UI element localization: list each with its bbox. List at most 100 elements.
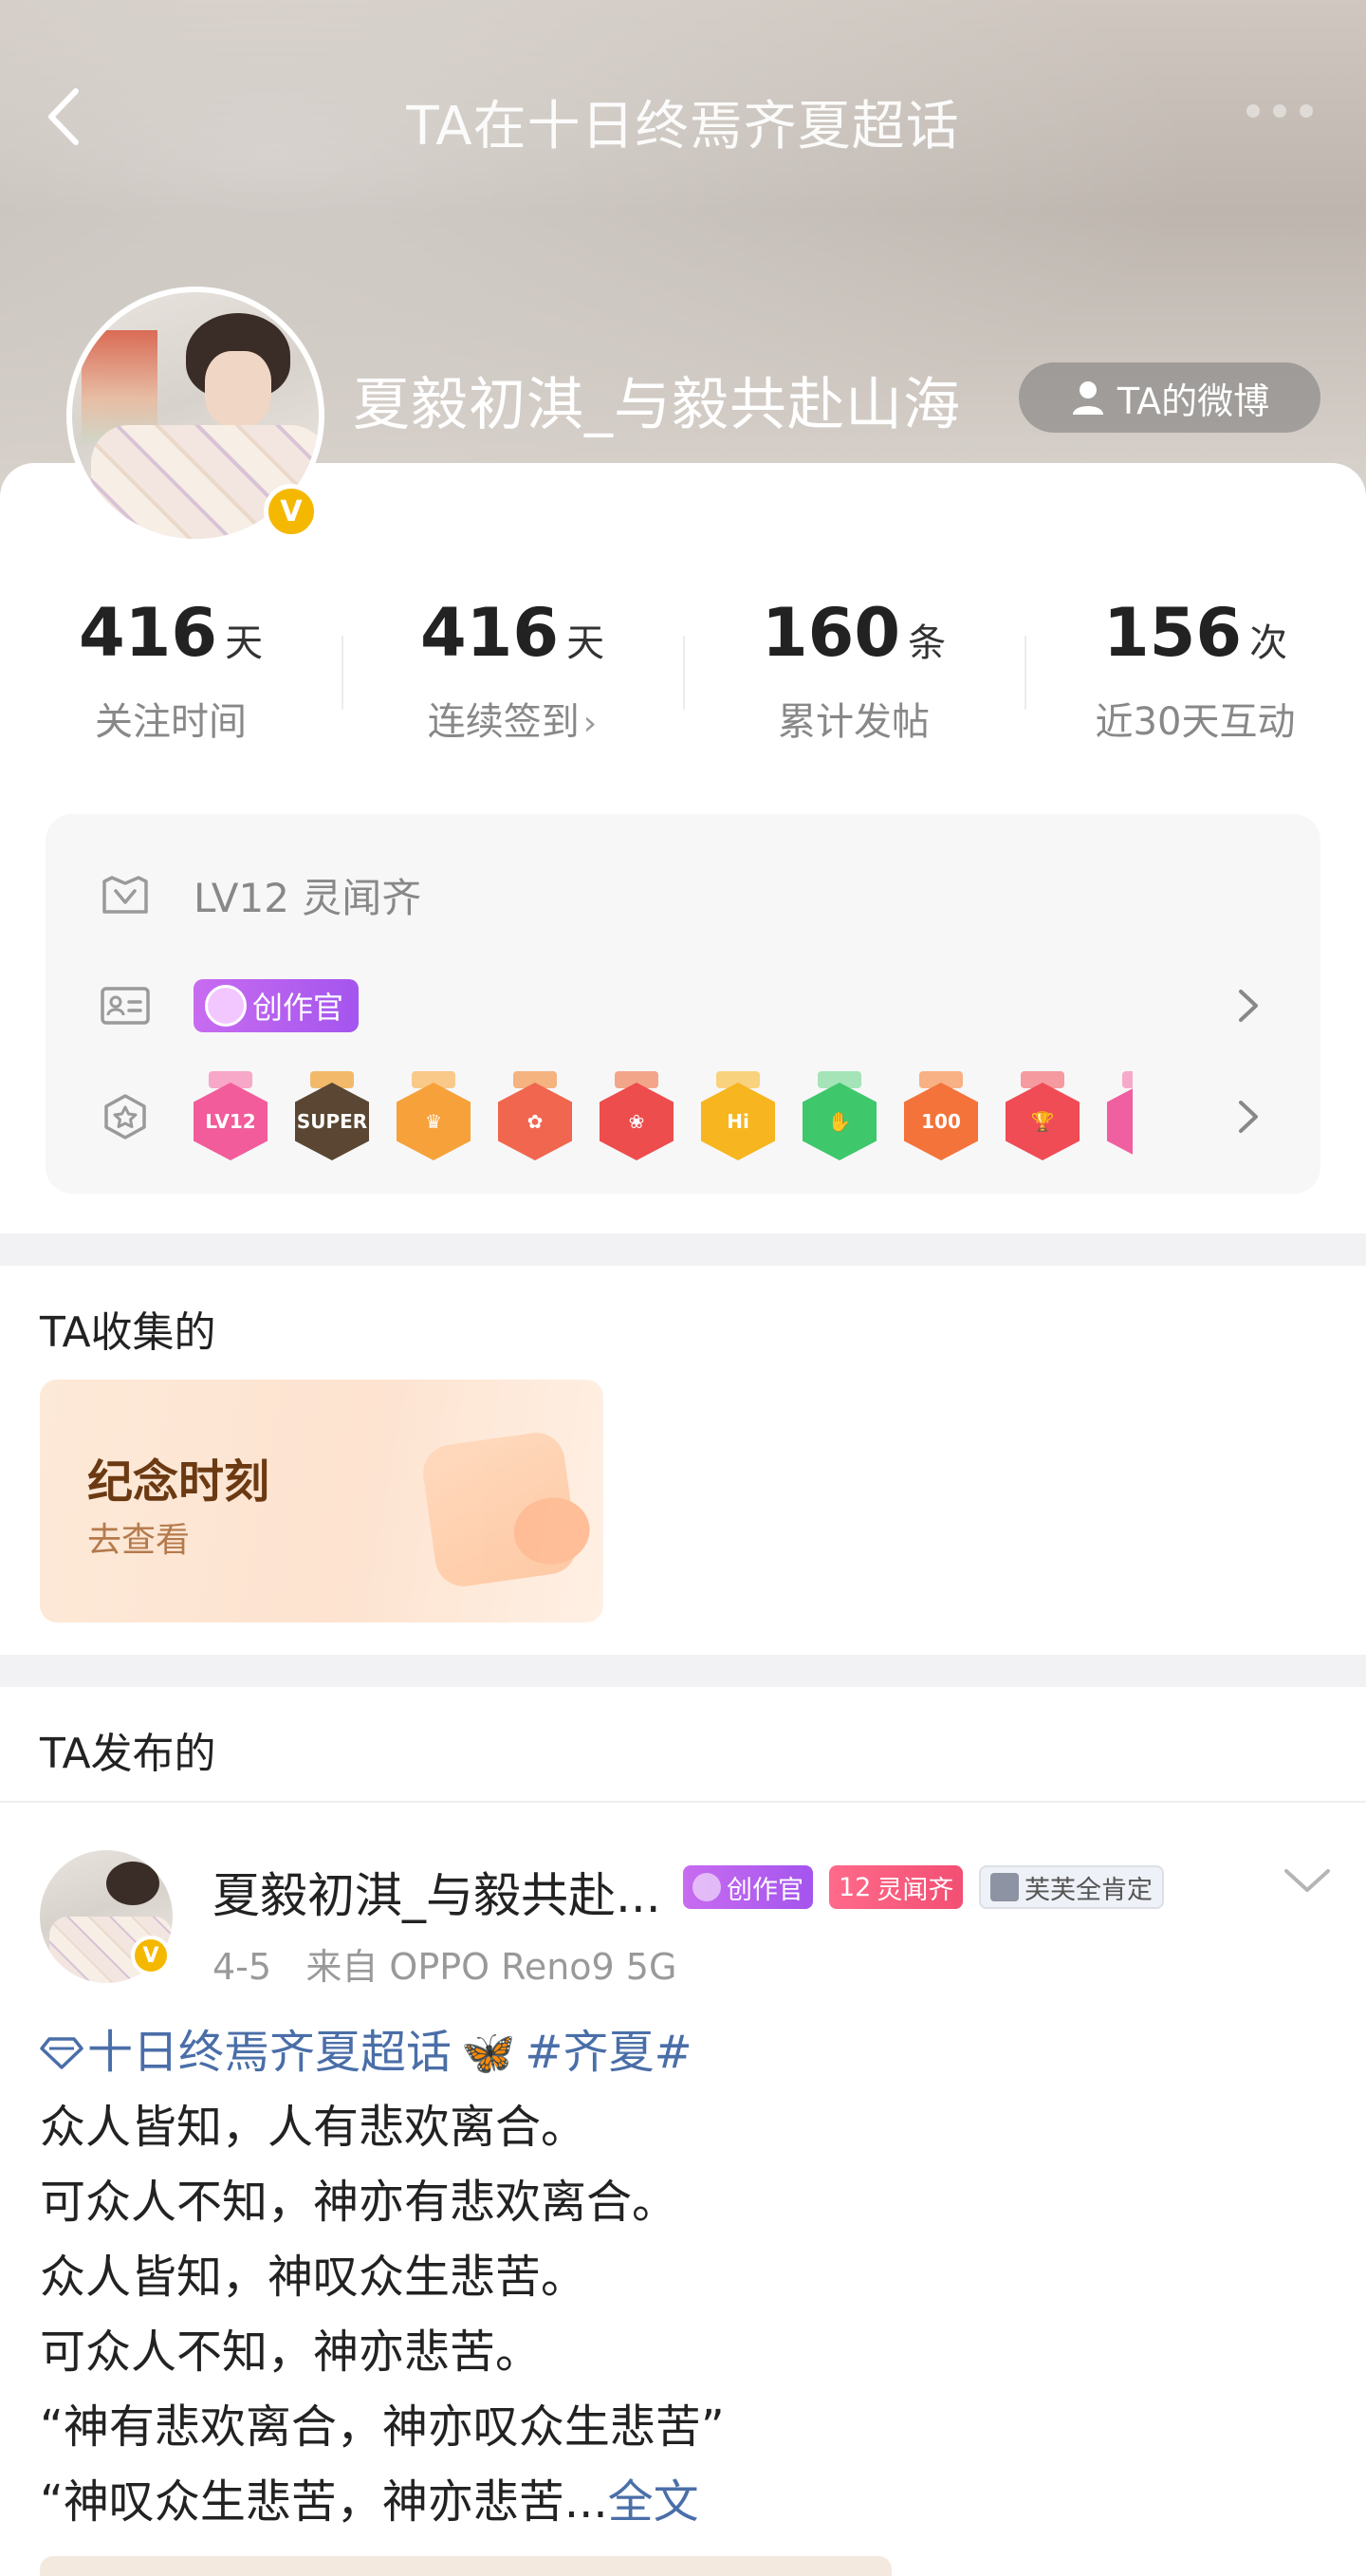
level-text: LV12 灵闻齐 — [194, 874, 422, 921]
medal-face: ✋ — [803, 1083, 877, 1160]
stat-total-posts: 160 条 累计发帖 — [683, 594, 1024, 744]
calendar-heart-icon — [419, 1429, 581, 1590]
stat-value: 416 — [419, 594, 560, 672]
mascot-icon — [692, 1873, 721, 1901]
level-badge-label: 灵闻齐 — [877, 1875, 954, 1905]
mascot-medal: ✿ — [498, 1071, 572, 1162]
trophy-medal: 🏆 — [1006, 1071, 1080, 1162]
post-line: 众人皆知，神叹众生悲苦。 — [40, 2251, 587, 2304]
post-meta: 4-5 来自 OPPO Reno9 5G — [212, 1937, 676, 1990]
medal-face: ❀ — [600, 1083, 674, 1160]
chevron-down-icon — [1284, 1869, 1330, 1892]
go-view-link: 去查看 — [87, 1521, 191, 1560]
medal-outline-icon — [99, 1090, 152, 1143]
fan-badge-label: 芙芙全肯定 — [1024, 1875, 1153, 1905]
post-author-name[interactable]: 夏毅初淇_与毅共赴... — [212, 1858, 661, 1926]
post-source: 来自 OPPO Reno9 5G — [305, 1946, 677, 1988]
post-content: 十日终焉齐夏超话 🦋 #齐夏# 众人皆知，人有悲欢离合。 可众人不知，神亦有悲欢离合… — [40, 2015, 1330, 2540]
stat-label: 关注时间 — [95, 700, 247, 744]
memorial-moments-title: 纪念时刻 — [87, 1455, 270, 1509]
posts-title: TA发布的 — [40, 1730, 216, 1778]
stat-value: 156 — [1102, 594, 1243, 672]
diamond-icon — [40, 2037, 83, 2069]
id-card-icon — [99, 979, 152, 1032]
more-dot-icon — [1273, 104, 1286, 118]
ta-weibo-button[interactable]: TA的微博 — [1019, 362, 1320, 433]
post-line: “神有悲欢离合，神亦叹众生悲苦” — [40, 2400, 725, 2454]
profile-info-card: 416 天 关注时间 416 天 连续签到 › 160 条 累计发帖 156 次 近30天… — [0, 463, 1366, 1233]
lv12-medal: LV12 — [194, 1071, 268, 1162]
medal-list: LV12 SUPER ♛ ✿ ❀ Hi ✋ 100 🏆 ◆ — [194, 1071, 1133, 1162]
divider — [0, 1801, 1366, 1803]
medals-row[interactable]: LV12 SUPER ♛ ✿ ❀ Hi ✋ 100 🏆 ◆ — [99, 1065, 1267, 1169]
post-line: “神叹众生悲苦，神亦悲苦...全文 — [40, 2465, 1330, 2540]
chevron-right-icon — [1229, 980, 1267, 1031]
more-dot-icon — [1246, 104, 1260, 118]
collections-title: TA收集的 — [40, 1308, 216, 1357]
fan-badge: 芙芙全肯定 — [979, 1865, 1164, 1909]
level-badge: 12 灵闻齐 — [829, 1865, 964, 1909]
diamond-medal: ◆ — [1107, 1071, 1133, 1162]
hand-medal: ✋ — [803, 1071, 877, 1162]
medal-face: ◆ — [1107, 1083, 1133, 1160]
full-text-link[interactable]: 全文 — [608, 2475, 699, 2529]
stat-checkin-streak[interactable]: 416 天 连续签到 › — [342, 594, 683, 744]
mascot-girl-medal: ❀ — [600, 1071, 674, 1162]
medal-face: Hi — [701, 1083, 775, 1160]
lotus-icon — [990, 1873, 1019, 1901]
creator-badge: 创作官 — [683, 1865, 813, 1909]
post-media-preview[interactable] — [40, 2556, 892, 2576]
hashtag-link[interactable]: #齐夏# — [525, 2026, 692, 2079]
profile-name: 夏毅初淇_与毅共赴山海 — [353, 372, 961, 438]
crown-medal: ♛ — [397, 1071, 471, 1162]
post-line: 可众人不知，神亦悲苦。 — [40, 2326, 542, 2379]
verified-badge-icon: V — [264, 484, 319, 539]
super-crown-medal: SUPER — [295, 1071, 369, 1162]
level-number: 12 — [839, 1872, 872, 1902]
topic-link[interactable]: 十日终焉齐夏超话 — [40, 2026, 452, 2079]
memorial-moments-card[interactable]: 纪念时刻 去查看 — [40, 1380, 603, 1622]
medal-face: ✿ — [498, 1083, 572, 1160]
verified-badge-icon: V — [131, 1936, 171, 1975]
stat-30day-interaction: 156 次 近30天互动 — [1024, 594, 1366, 744]
medal-face: SUPER — [295, 1083, 369, 1160]
stat-follow-time: 416 天 关注时间 — [0, 594, 342, 744]
stats-row: 416 天 关注时间 416 天 连续签到 › 160 条 累计发帖 156 次 近30天… — [0, 594, 1366, 744]
stat-label: 累计发帖 — [778, 700, 930, 744]
more-dot-icon — [1300, 104, 1313, 118]
medal-face: LV12 — [194, 1083, 268, 1160]
medal-ribbon — [1122, 1071, 1133, 1088]
page-title: TA在十日终焉齐夏超话 — [406, 96, 960, 158]
stat-label: 近30天互动 — [1095, 700, 1296, 744]
level-row: LV12 灵闻齐 — [99, 852, 1267, 937]
creator-badge-label: 创作官 — [252, 990, 344, 1026]
post-date: 4-5 — [212, 1946, 272, 1988]
post-line: 可众人不知，神亦有悲欢离合。 — [40, 2176, 678, 2229]
chevron-right-icon: › — [582, 704, 598, 743]
creator-row[interactable]: 创作官 — [99, 963, 1267, 1048]
hi-medal: Hi — [701, 1071, 775, 1162]
butterfly-icon: 🦋 — [461, 2027, 516, 2078]
stat-value: 160 — [761, 594, 901, 672]
user-icon — [1072, 381, 1103, 415]
stat-unit: 条 — [908, 621, 947, 665]
medal-face: ♛ — [397, 1083, 471, 1160]
stat-unit: 天 — [225, 621, 264, 665]
medal-face: 100 — [904, 1083, 978, 1160]
more-options-button[interactable] — [1246, 104, 1313, 118]
creator-badge: 创作官 — [194, 979, 360, 1032]
stat-label: 连续签到 › — [342, 691, 683, 746]
topic-name: 十日终焉齐夏超话 — [87, 2026, 452, 2079]
mascot-icon — [205, 985, 247, 1027]
post-line: 众人皆知，人有悲欢离合。 — [40, 2101, 587, 2154]
creator-badge-label: 创作官 — [727, 1875, 803, 1905]
chevron-right-icon — [1229, 1091, 1267, 1142]
stat-unit: 次 — [1249, 621, 1288, 665]
100-days-medal: 100 — [904, 1071, 978, 1162]
stat-value: 416 — [78, 594, 218, 672]
post-menu-button[interactable] — [1281, 1862, 1334, 1900]
post-line-text: “神叹众生悲苦，神亦悲苦... — [40, 2475, 608, 2529]
crown-outline-icon — [99, 868, 152, 921]
stat-unit: 天 — [566, 621, 605, 665]
ta-weibo-label: TA的微博 — [1117, 380, 1270, 422]
